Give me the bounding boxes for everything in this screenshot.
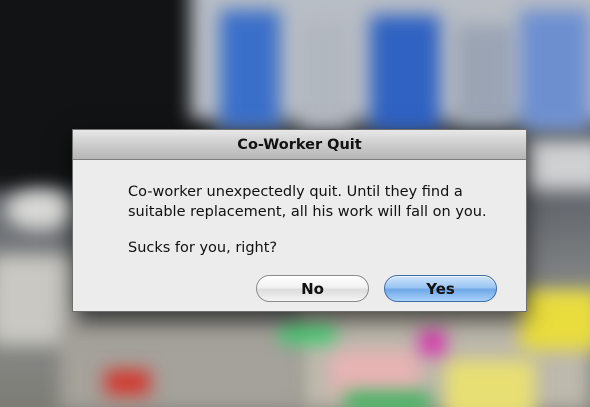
binder-shape: [520, 10, 590, 130]
marker-shape: [105, 370, 150, 395]
desk-surface: [60, 320, 300, 407]
sticky-note-shape: [330, 350, 420, 395]
binder-shape: [370, 15, 440, 135]
no-button[interactable]: No: [256, 275, 369, 302]
yes-button[interactable]: Yes: [384, 275, 497, 302]
keyboard-shape: [525, 140, 590, 190]
dialog-message: Co-worker unexpectedly quit. Until they …: [128, 182, 487, 258]
message-line: suitable replacement, all his work will …: [128, 204, 487, 220]
message-line: Co-worker unexpectedly quit. Until they …: [128, 184, 463, 200]
message-subtext: Sucks for you, right?: [128, 240, 278, 256]
marker-shape: [345, 392, 430, 407]
marker-shape: [420, 330, 445, 355]
binder-shape: [455, 25, 515, 125]
dialog-titlebar[interactable]: Co-Worker Quit: [73, 130, 526, 160]
sticky-note-shape: [520, 290, 590, 350]
binder-shape: [220, 10, 280, 130]
alert-dialog: Co-Worker Quit Co-worker unexpectedly qu…: [72, 129, 527, 312]
marker-shape: [280, 325, 335, 343]
cd-shape: [5, 190, 75, 230]
dialog-title: Co-Worker Quit: [237, 136, 362, 153]
sticky-note-shape: [445, 360, 535, 407]
binder-shape: [300, 20, 350, 130]
